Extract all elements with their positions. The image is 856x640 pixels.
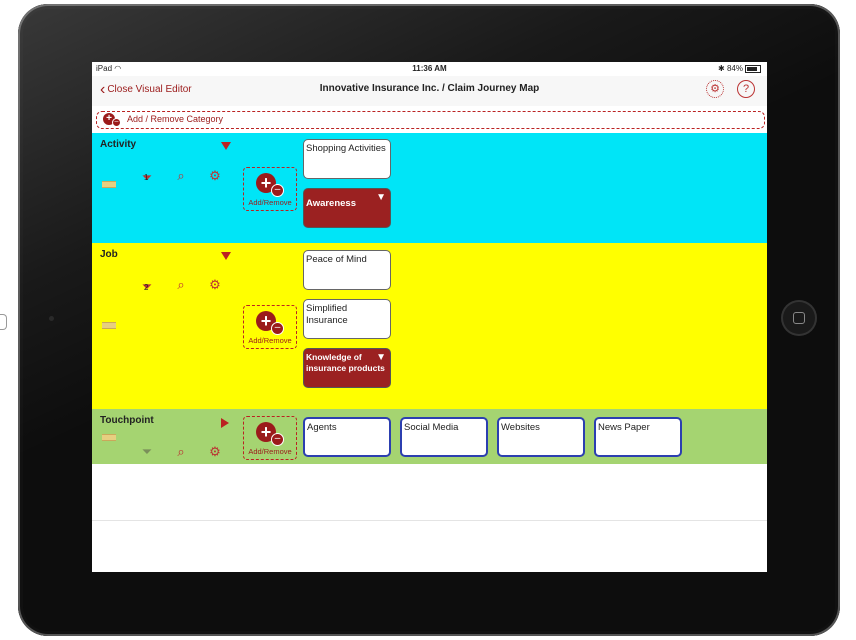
- card-label: Shopping Activities: [306, 143, 386, 154]
- camera-icon: [49, 316, 54, 321]
- card-websites[interactable]: Websites: [497, 417, 585, 457]
- settings-gears-icon[interactable]: ⚙: [207, 168, 223, 184]
- home-square-icon: [793, 312, 805, 324]
- app-screen: iPad ◠ 11:36 AM ✱ 84% ‹ Close Visual Edit…: [92, 62, 767, 572]
- card-peace-of-mind[interactable]: Peace of Mind: [303, 250, 391, 290]
- add-remove-button[interactable]: + – Add/Remove: [243, 305, 297, 349]
- add-remove-label: Add/Remove: [248, 336, 292, 345]
- battery-icon: [745, 64, 761, 73]
- add-remove-label: Add/Remove: [248, 447, 292, 456]
- settings-gears-icon[interactable]: ⚙: [207, 277, 223, 293]
- card-awareness[interactable]: Awareness ▼: [303, 188, 391, 228]
- page-edge: [0, 314, 7, 330]
- status-time: 11:36 AM: [412, 64, 447, 73]
- remove-icon: –: [271, 322, 284, 335]
- add-remove-button[interactable]: + – Add/Remove: [243, 167, 297, 211]
- card-label: Simplified Insurance: [306, 303, 348, 326]
- card-label: Agents: [307, 422, 337, 433]
- card-news-paper[interactable]: News Paper: [594, 417, 682, 457]
- settings-gears-icon[interactable]: ⚙: [207, 444, 223, 460]
- divider: [92, 520, 767, 521]
- battery-percent: 84%: [726, 64, 743, 73]
- card-knowledge-of-insurance-products[interactable]: Knowledge of insurance products ▼: [303, 348, 391, 388]
- add-remove-category-bar[interactable]: + – Add / Remove Category: [96, 111, 765, 129]
- card-agents[interactable]: Agents: [303, 417, 391, 457]
- add-remove-button[interactable]: + – Add/Remove: [243, 416, 297, 460]
- card-social-media[interactable]: Social Media: [400, 417, 488, 457]
- home-button[interactable]: [781, 300, 817, 336]
- filter-icon[interactable]: ⏷: [139, 444, 155, 460]
- filter-count: 2: [144, 283, 149, 292]
- drag-handle-icon[interactable]: [102, 181, 116, 188]
- band-title: Activity: [100, 139, 137, 150]
- nav-bar: ‹ Close Visual Editor Innovative Insuranc…: [92, 76, 767, 106]
- band-title: Touchpoint: [100, 415, 154, 426]
- status-bar: iPad ◠ 11:36 AM ✱ 84%: [92, 62, 767, 76]
- search-icon[interactable]: ⌕: [173, 168, 189, 184]
- bluetooth-icon: ✱: [718, 64, 725, 73]
- filter-count: 1: [144, 173, 149, 182]
- help-icon[interactable]: ?: [737, 80, 755, 98]
- band-title: Job: [100, 249, 118, 260]
- search-icon[interactable]: ⌕: [173, 277, 189, 293]
- collapse-triangle-icon[interactable]: [221, 252, 231, 260]
- category-bar-label: Add / Remove Category: [127, 114, 224, 124]
- card-simplified-insurance[interactable]: Simplified Insurance: [303, 299, 391, 339]
- drag-handle-icon[interactable]: [102, 322, 116, 329]
- remove-category-icon: –: [112, 118, 121, 127]
- activity-band: Activity ⏷ 1 ⌕ ⚙ + – Add/Remove Shopping…: [92, 133, 767, 243]
- card-label: News Paper: [598, 422, 650, 433]
- card-label: Knowledge of insurance products: [306, 352, 385, 373]
- expand-triangle-icon[interactable]: [221, 418, 229, 428]
- card-label: Peace of Mind: [306, 254, 367, 265]
- remove-icon: –: [271, 433, 284, 446]
- job-band: Job ⏷ 2 ⌕ ⚙ + – Add/Remove Peace of Mind…: [92, 243, 767, 409]
- card-label: Awareness: [306, 198, 356, 209]
- page-title: Innovative Insurance Inc. / Claim Journe…: [319, 83, 540, 94]
- collapse-triangle-icon[interactable]: [221, 142, 231, 150]
- card-label: Websites: [501, 422, 540, 433]
- card-shopping-activities[interactable]: Shopping Activities: [303, 139, 391, 179]
- add-remove-label: Add/Remove: [248, 198, 292, 207]
- gear-icon[interactable]: ⚙: [706, 80, 724, 98]
- filter-icon: ▼: [376, 192, 386, 203]
- search-icon[interactable]: ⌕: [173, 444, 189, 460]
- filter-icon: ▼: [376, 352, 386, 363]
- drag-handle-icon[interactable]: [102, 434, 116, 441]
- card-label: Social Media: [404, 422, 459, 433]
- remove-icon: –: [271, 184, 284, 197]
- touchpoint-band: Touchpoint ⏷ ⌕ ⚙ + – Add/Remove Agents S…: [92, 409, 767, 464]
